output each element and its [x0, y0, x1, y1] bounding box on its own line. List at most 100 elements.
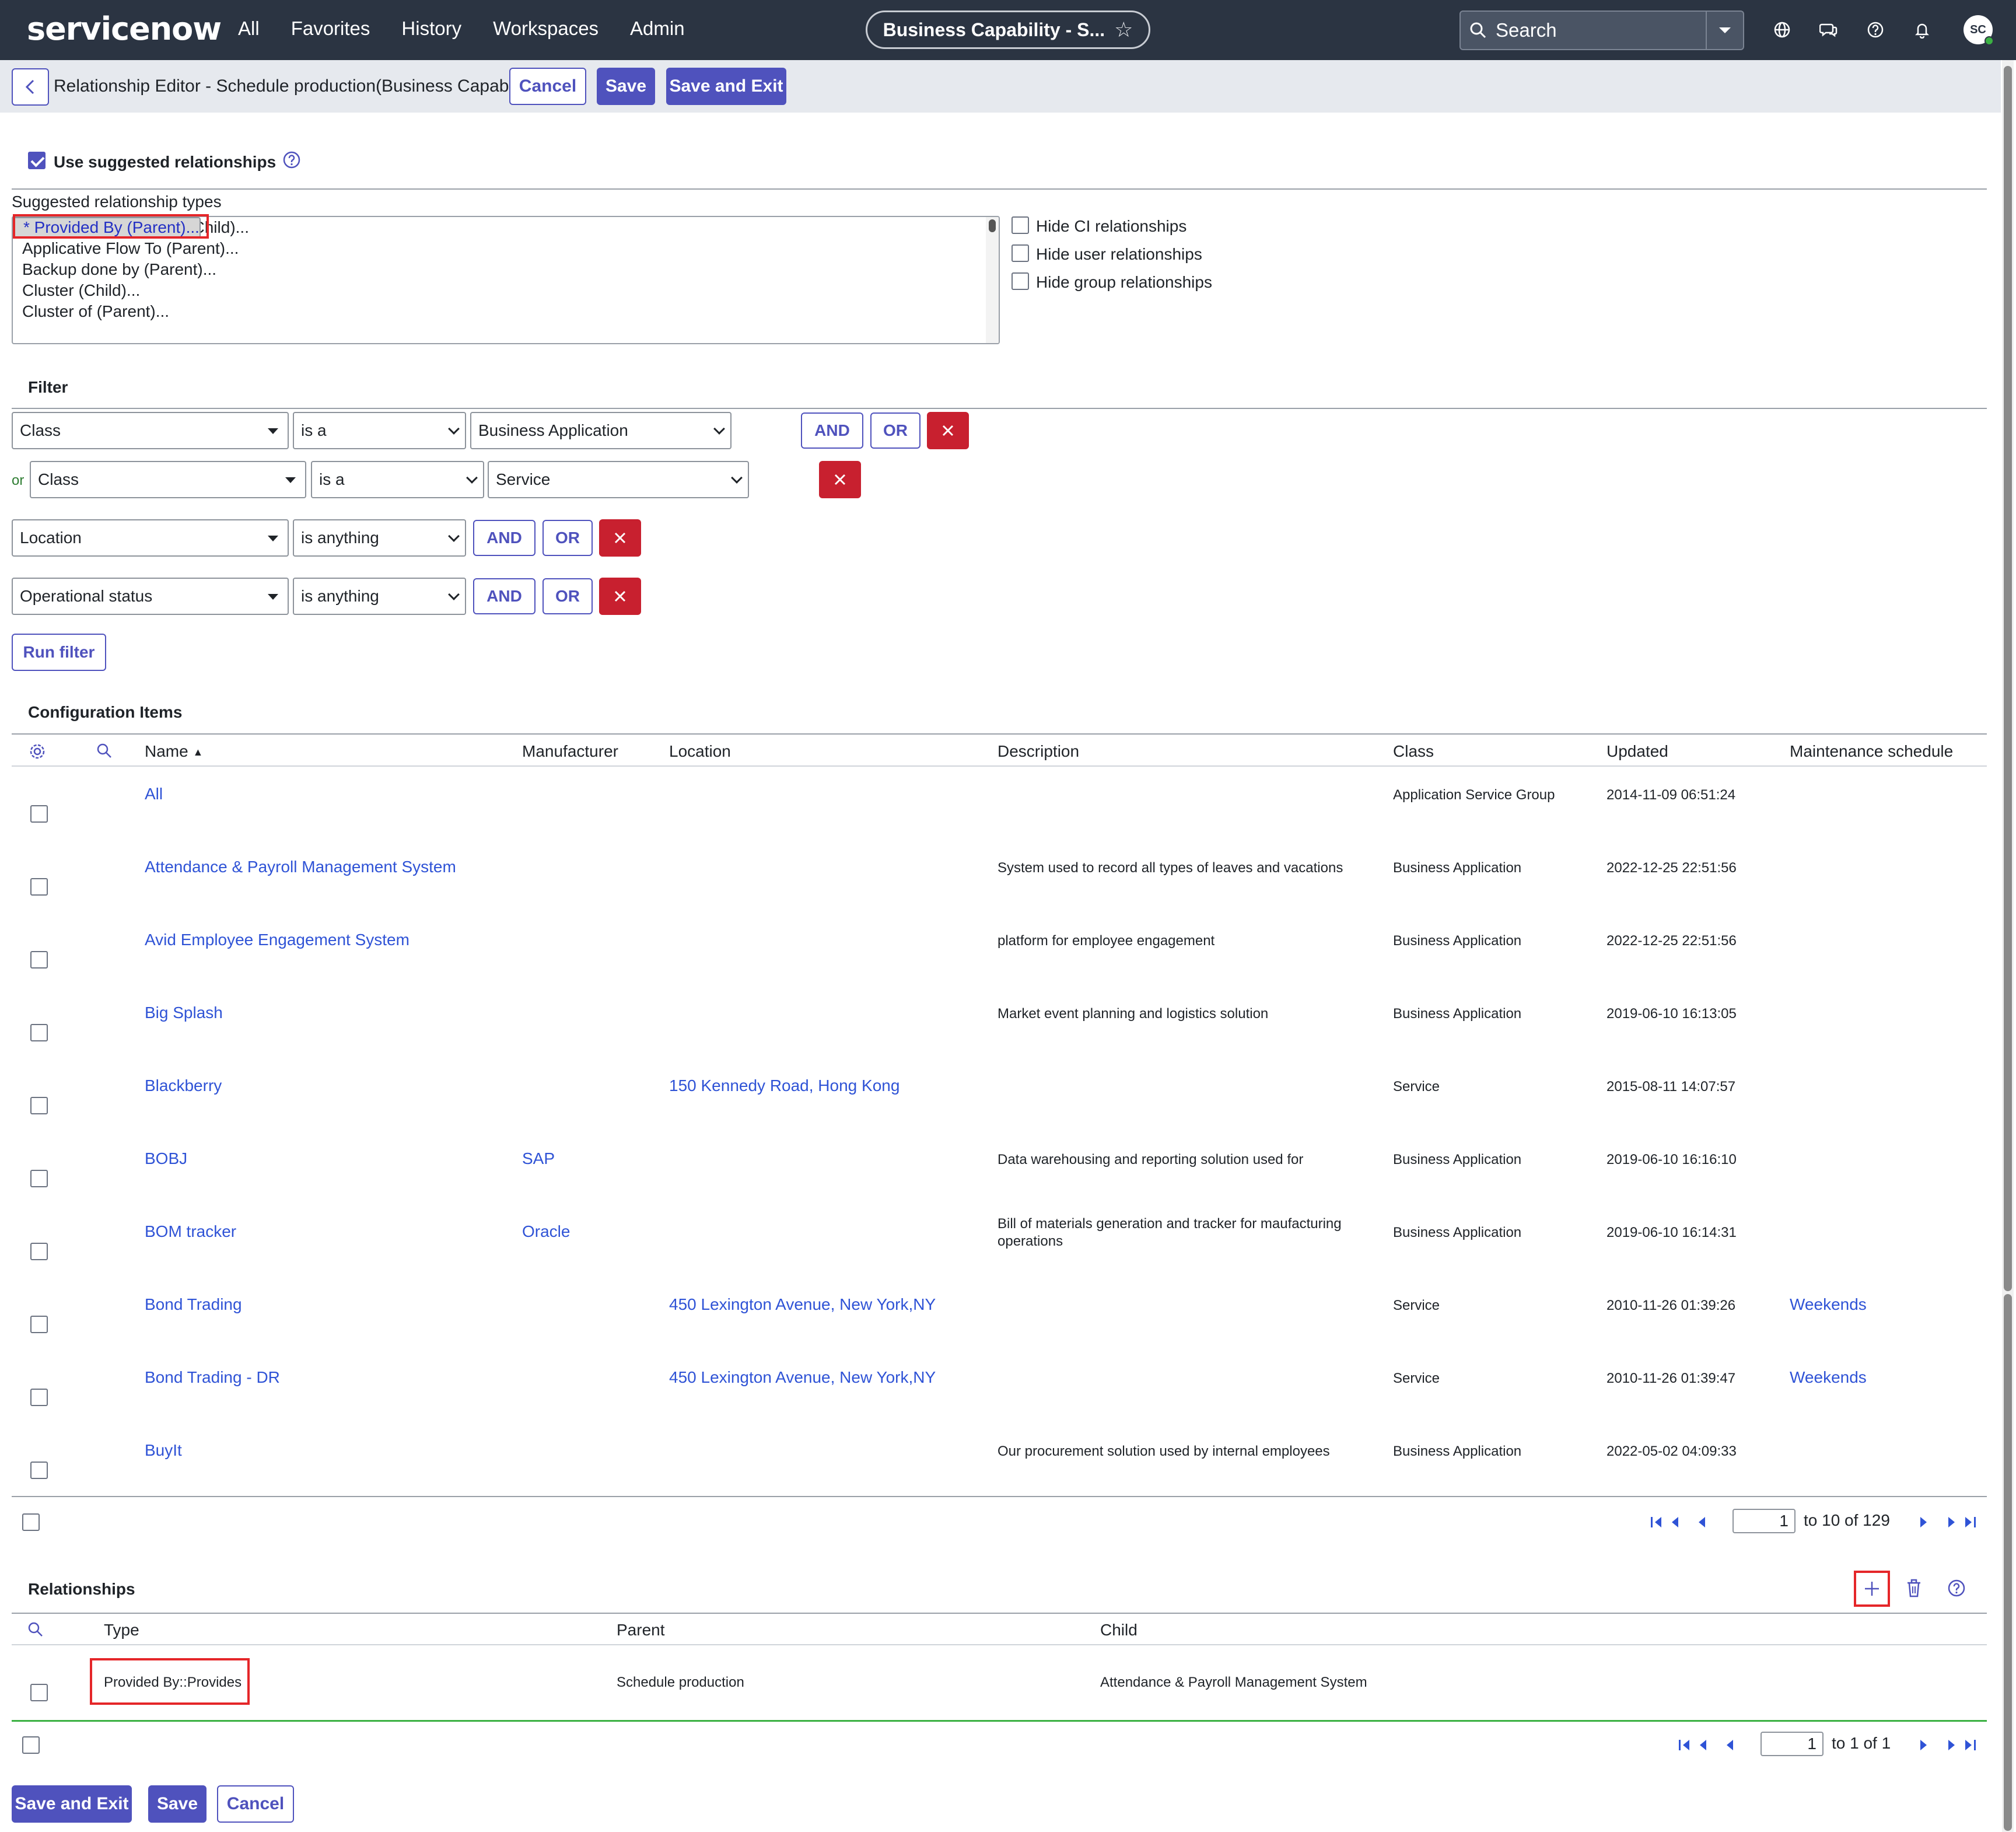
hide-user-checkbox[interactable]: [1012, 244, 1029, 262]
listbox-scroll-thumb[interactable]: [989, 219, 996, 232]
filter-or-button[interactable]: OR: [870, 412, 921, 449]
pager-next-button[interactable]: [1920, 1517, 1927, 1527]
col-header-updated[interactable]: Updated: [1606, 742, 1668, 761]
filter-or-button[interactable]: OR: [542, 578, 593, 614]
scrollbar-thumb-lower[interactable]: [2004, 1294, 2012, 1831]
page-number-input[interactable]: 1: [1732, 1509, 1796, 1533]
filter-remove-button[interactable]: [927, 412, 969, 449]
star-icon[interactable]: ☆: [1114, 18, 1133, 42]
rel-select-all-checkbox[interactable]: [22, 1736, 40, 1754]
user-avatar[interactable]: SC: [1964, 15, 1994, 46]
rel-col-header-parent[interactable]: Parent: [617, 1621, 665, 1639]
col-header-manufacturer[interactable]: Manufacturer: [522, 742, 618, 761]
nav-all[interactable]: All: [238, 18, 260, 40]
row-checkbox[interactable]: [30, 878, 48, 896]
nav-favorites[interactable]: Favorites: [291, 18, 370, 40]
row-checkbox[interactable]: [30, 1684, 48, 1701]
ci-schedule-link[interactable]: Weekends: [1790, 1368, 1867, 1387]
filter-value-select[interactable]: Service: [488, 461, 749, 498]
row-checkbox[interactable]: [30, 951, 48, 969]
ci-manufacturer-link[interactable]: SAP: [522, 1149, 555, 1168]
ci-name-link[interactable]: Attendance & Payroll Management System: [145, 858, 456, 876]
list-option[interactable]: Cluster of (Parent)...: [13, 301, 999, 322]
header-save-exit-button[interactable]: Save and Exit: [666, 68, 786, 105]
ci-location-link[interactable]: 450 Lexington Avenue, New York,NY: [669, 1368, 936, 1387]
nav-history[interactable]: History: [401, 18, 461, 40]
global-search[interactable]: Search: [1460, 11, 1744, 50]
select-all-checkbox[interactable]: [22, 1513, 40, 1531]
header-cancel-button[interactable]: Cancel: [509, 68, 586, 105]
footer-save-exit-button[interactable]: Save and Exit: [12, 1785, 132, 1823]
context-title-pill[interactable]: Business Capability - S... ☆: [866, 11, 1150, 49]
row-checkbox[interactable]: [30, 1316, 48, 1333]
filter-field-select[interactable]: Class: [30, 461, 306, 498]
listbox-scrollbar[interactable]: [986, 217, 999, 343]
use-suggested-checkbox[interactable]: [28, 152, 46, 169]
filter-field-select[interactable]: Operational status: [12, 578, 289, 615]
filter-remove-button[interactable]: [819, 461, 861, 498]
ci-location-link[interactable]: 450 Lexington Avenue, New York,NY: [669, 1295, 936, 1314]
col-header-maintenance-schedule[interactable]: Maintenance schedule: [1790, 742, 1953, 761]
page-scrollbar[interactable]: [2002, 60, 2014, 1832]
ci-name-link[interactable]: Blackberry: [145, 1076, 222, 1095]
ci-name-link[interactable]: All: [145, 785, 163, 803]
rel-pager-next-button[interactable]: [1920, 1740, 1927, 1750]
list-option[interactable]: Backup done by (Parent)...: [13, 259, 999, 280]
col-header-name[interactable]: Name ▲: [145, 742, 203, 761]
delete-relationship-button[interactable]: [1905, 1579, 1923, 1603]
ci-name-link[interactable]: BOM tracker: [145, 1222, 236, 1241]
nav-workspaces[interactable]: Workspaces: [493, 18, 598, 40]
globe-icon[interactable]: [1768, 15, 1797, 44]
row-checkbox[interactable]: [30, 1462, 48, 1479]
hide-ci-checkbox[interactable]: [1012, 216, 1029, 234]
rel-page-number-input[interactable]: 1: [1760, 1732, 1824, 1756]
rel-pager-prev-button[interactable]: [1727, 1740, 1733, 1750]
filter-and-button[interactable]: AND: [473, 578, 536, 614]
ci-name-link[interactable]: BuyIt: [145, 1441, 182, 1460]
run-filter-button[interactable]: Run filter: [12, 634, 106, 671]
filter-value-select[interactable]: Business Application: [470, 412, 732, 449]
footer-cancel-button[interactable]: Cancel: [217, 1785, 294, 1823]
row-checkbox[interactable]: [30, 1097, 48, 1114]
ci-location-link[interactable]: 150 Kennedy Road, Hong Kong: [669, 1076, 900, 1095]
ci-schedule-link[interactable]: Weekends: [1790, 1295, 1867, 1314]
footer-save-button[interactable]: Save: [148, 1785, 206, 1823]
col-header-location[interactable]: Location: [669, 742, 731, 761]
ci-manufacturer-link[interactable]: Oracle: [522, 1222, 570, 1241]
add-relationship-button[interactable]: [1854, 1571, 1890, 1607]
ci-name-link[interactable]: Bond Trading - DR: [145, 1368, 280, 1387]
search-scope-dropdown[interactable]: [1706, 12, 1743, 49]
row-checkbox[interactable]: [30, 1024, 48, 1041]
back-button[interactable]: [12, 68, 49, 106]
ci-name-link[interactable]: Bond Trading: [145, 1295, 242, 1314]
pager-first-button[interactable]: [1651, 1517, 1678, 1527]
rel-col-header-child[interactable]: Child: [1100, 1621, 1138, 1639]
rel-col-header-type[interactable]: Type: [104, 1621, 139, 1639]
servicenow-logo[interactable]: servicenow: [27, 11, 222, 47]
filter-operator-select[interactable]: is a: [311, 461, 484, 498]
relationships-help-icon[interactable]: [1947, 1579, 1966, 1602]
filter-field-select[interactable]: Location: [12, 519, 289, 557]
ci-name-link[interactable]: BOBJ: [145, 1149, 187, 1168]
filter-and-button[interactable]: AND: [473, 520, 536, 556]
help-icon[interactable]: [282, 151, 301, 173]
filter-or-button[interactable]: OR: [542, 520, 593, 556]
list-settings-gear-icon[interactable]: [28, 742, 47, 765]
row-checkbox[interactable]: [30, 1243, 48, 1260]
pager-prev-button[interactable]: [1699, 1517, 1705, 1527]
header-save-button[interactable]: Save: [597, 68, 655, 105]
chat-icon[interactable]: [1814, 15, 1843, 44]
nav-admin[interactable]: Admin: [630, 18, 685, 40]
column-search-icon[interactable]: [96, 742, 113, 764]
row-checkbox[interactable]: [30, 1170, 48, 1187]
help-icon[interactable]: [1861, 15, 1890, 44]
filter-remove-button[interactable]: [599, 519, 641, 557]
list-option[interactable]: Cluster (Child)...: [13, 280, 999, 301]
row-checkbox[interactable]: [30, 805, 48, 823]
filter-operator-select[interactable]: is anything: [293, 519, 466, 557]
filter-operator-select[interactable]: is a: [293, 412, 466, 449]
list-option[interactable]: Applicative Flow To (Parent)...: [13, 238, 999, 259]
filter-field-select[interactable]: Class: [12, 412, 289, 449]
rel-pager-first-button[interactable]: [1679, 1740, 1706, 1750]
bell-icon[interactable]: [1908, 15, 1937, 44]
